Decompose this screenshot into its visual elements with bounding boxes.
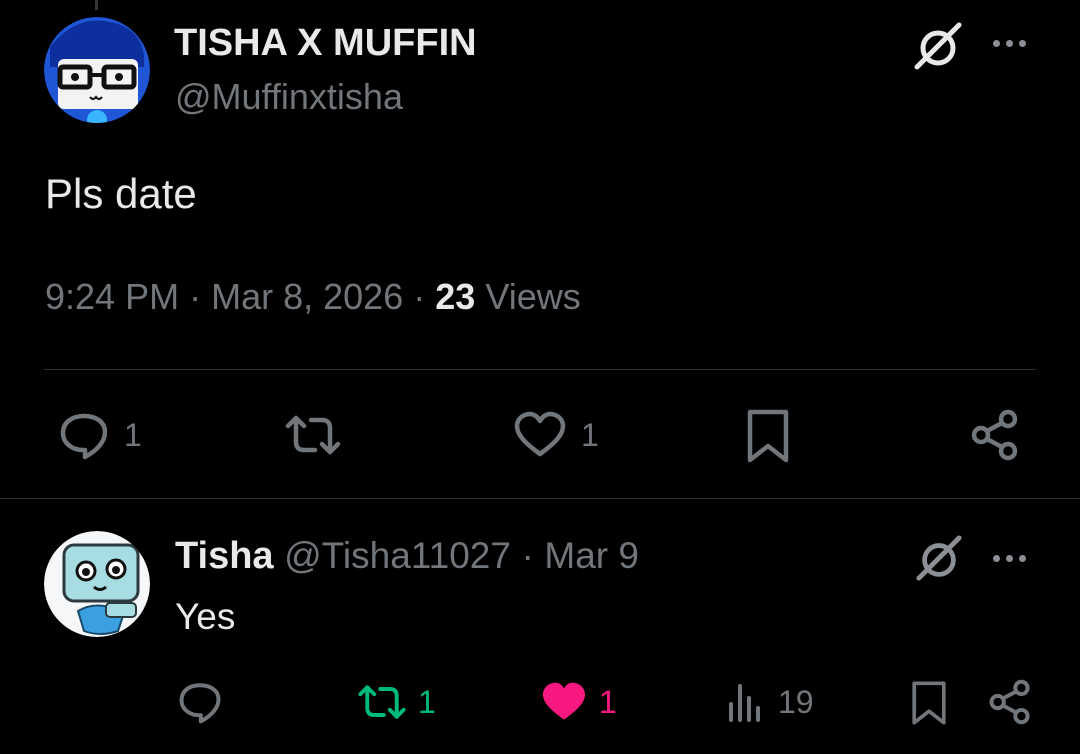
post-meta: 9:24 PM · Mar 8, 2026 · 23 Views [45,276,581,318]
more-icon[interactable] [993,555,1026,562]
reply-repost-button[interactable]: 1 [356,680,436,724]
reply-views-button[interactable]: 19 [726,680,814,724]
views-icon [729,684,760,722]
reply-display-name[interactable]: Tisha [175,535,274,577]
reply-handle[interactable]: @Tisha11027 [284,535,511,576]
post-divider [0,498,1080,499]
reply-date[interactable]: Mar 9 [544,535,639,576]
reply-icon [179,683,221,724]
share-button[interactable] [970,408,1020,462]
meta-divider [44,369,1036,370]
views-count[interactable]: 23 [435,276,475,317]
reply-separator: · [521,535,534,576]
reply-count: 1 [124,416,142,453]
reply-views-count: 19 [778,683,814,720]
repost-icon [358,685,406,719]
avatar-main-user[interactable] [44,17,150,123]
meta-separator: · [413,276,426,317]
meta-separator: · [189,276,202,317]
grok-icon[interactable] [914,535,964,583]
bookmark-button[interactable] [746,408,790,464]
more-icon[interactable] [993,40,1026,47]
main-handle[interactable]: @Muffinxtisha [175,76,403,118]
like-count: 1 [581,416,599,453]
main-display-name[interactable]: TISHA X MUFFIN [174,22,477,65]
post-text: Pls date [45,170,197,217]
reply-reply-button[interactable] [177,680,223,724]
reply-button[interactable]: 1 [58,410,142,460]
post-time[interactable]: 9:24 PM [45,276,179,317]
repost-button[interactable] [283,410,343,460]
share-icon [989,679,1030,725]
like-icon [514,411,566,457]
post-date[interactable]: Mar 8, 2026 [211,276,403,317]
reply-like-count: 1 [599,683,617,720]
reply-repost-count: 1 [418,683,436,720]
reply-header: Tisha @Tisha11027 · Mar 9 [175,535,639,578]
avatar-reply-user[interactable] [44,531,150,637]
views-label[interactable]: Views [485,276,580,317]
repost-icon [285,415,341,455]
reply-share-button[interactable] [988,678,1032,726]
bookmark-icon [912,681,946,725]
reply-bookmark-button[interactable] [910,680,948,726]
reply-like-button[interactable]: 1 [541,680,617,724]
grok-icon[interactable] [912,22,964,72]
thread-connector-line [95,0,98,10]
reply-text: Yes [175,596,236,637]
like-button[interactable]: 1 [513,410,599,460]
reply-icon [60,413,108,460]
like-icon [543,682,585,720]
share-icon [971,409,1018,461]
bookmark-icon [747,409,789,463]
